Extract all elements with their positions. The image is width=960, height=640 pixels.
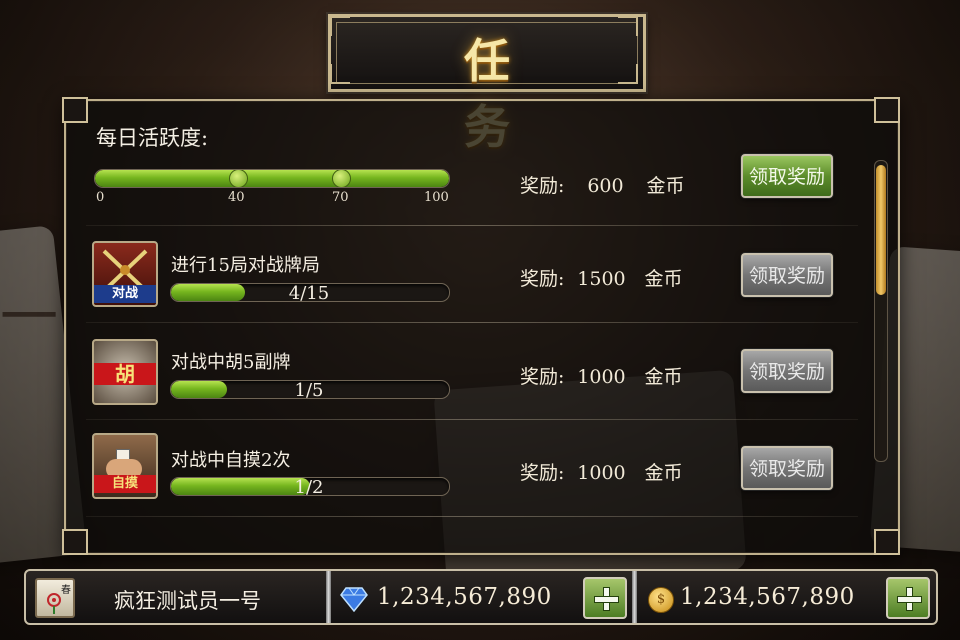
reward-unit: 金币 — [646, 175, 685, 197]
panel-corner-ornament — [62, 529, 88, 555]
task-reward: 奖励: 1000 金币 — [520, 362, 683, 389]
scrollbar[interactable] — [874, 160, 888, 462]
daily-progress-fill — [95, 170, 449, 187]
reward-label: 奖励: — [520, 462, 565, 484]
crossed-swords-icon: 对战 — [92, 241, 158, 307]
avatar-label: 春 — [61, 585, 71, 596]
icon-caption: 对战 — [94, 285, 156, 303]
claim-task-reward-button[interactable]: 领取奖励 — [741, 349, 833, 393]
daily-activity-label: 每日活跃度: — [96, 126, 209, 150]
icon-caption: 自摸 — [94, 475, 156, 493]
milestone-knob — [229, 170, 248, 187]
tick-label: 40 — [228, 190, 245, 205]
add-diamonds-button[interactable] — [583, 577, 627, 619]
panel-corner-ornament — [62, 97, 88, 123]
task-title: 对战中胡5副牌 — [171, 352, 291, 373]
divider — [326, 571, 331, 623]
player-name: 疯狂测试员一号 — [114, 589, 261, 613]
reward-unit: 金币 — [644, 268, 683, 290]
title-plate: 任 务 — [328, 14, 646, 154]
diamond-icon — [340, 587, 368, 612]
milestone-knob — [332, 170, 351, 187]
avatar[interactable]: 春 — [35, 578, 75, 618]
ornament-corner — [330, 16, 350, 36]
scrollbar-thumb[interactable] — [876, 165, 886, 295]
panel-corner-ornament — [874, 529, 900, 555]
reward-label: 奖励: — [520, 175, 565, 197]
task-title: 进行15局对战牌局 — [171, 255, 320, 276]
zimo-hand-icon: 自摸 — [92, 433, 158, 499]
coin-icon: $ — [648, 587, 674, 613]
coin-balance: 1,234,567,890 — [680, 584, 855, 610]
hu-tile-icon: 胡 — [92, 339, 158, 405]
task-progress-text: 1/5 — [294, 380, 324, 401]
reward-amount: 600 — [587, 175, 624, 197]
ornament-corner — [618, 64, 638, 84]
reward-unit: 金币 — [644, 366, 683, 388]
reward-amount: 1000 — [577, 462, 626, 484]
divider — [86, 516, 858, 517]
tick-label: 0 — [96, 190, 105, 205]
add-coins-button[interactable] — [886, 577, 930, 619]
task-reward: 奖励: 1500 金币 — [520, 264, 683, 291]
divider — [86, 419, 858, 420]
daily-reward: 奖励: 600 金币 — [520, 171, 685, 198]
divider — [632, 571, 637, 623]
reward-label: 奖励: — [520, 366, 565, 388]
divider — [86, 225, 858, 226]
daily-activity-progress-bar — [94, 169, 450, 188]
panel-corner-ornament — [874, 97, 900, 123]
claim-task-reward-button[interactable]: 领取奖励 — [741, 253, 833, 297]
reward-label: 奖励: — [520, 268, 565, 290]
task-title: 对战中自摸2次 — [171, 450, 291, 471]
reward-amount: 1500 — [577, 268, 626, 290]
divider — [86, 322, 858, 323]
tick-label: 100 — [424, 190, 449, 205]
tick-label: 70 — [332, 190, 349, 205]
icon-caption: 胡 — [94, 363, 156, 385]
task-progress-text: 4/15 — [288, 283, 330, 304]
task-reward: 奖励: 1000 金币 — [520, 458, 683, 485]
reward-amount: 1000 — [577, 366, 626, 388]
ornament-corner — [330, 64, 350, 84]
task-progress-text: 1/2 — [294, 477, 324, 498]
claim-daily-reward-button[interactable]: 领取奖励 — [741, 154, 833, 198]
reward-unit: 金币 — [644, 462, 683, 484]
diamond-balance: 1,234,567,890 — [377, 584, 552, 610]
ornament-corner — [618, 16, 638, 36]
claim-task-reward-button[interactable]: 领取奖励 — [741, 446, 833, 490]
